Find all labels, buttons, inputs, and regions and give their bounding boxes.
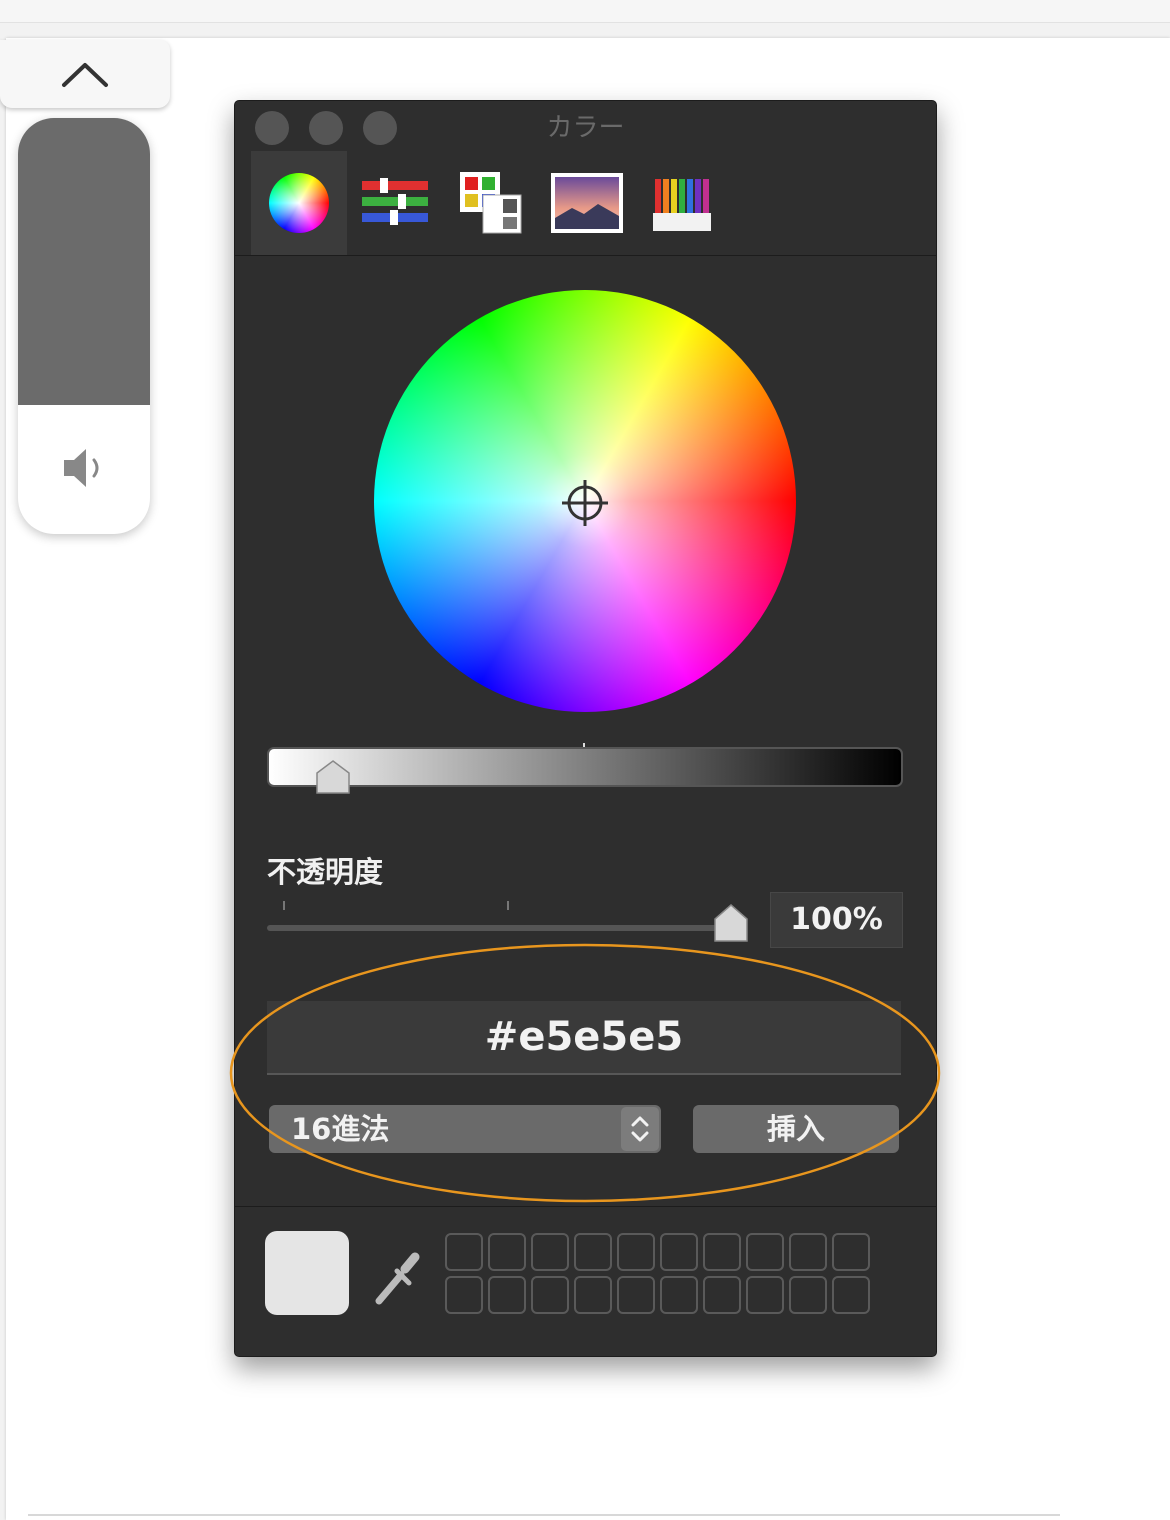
color-sliders-icon <box>362 178 428 225</box>
volume-slider[interactable] <box>18 118 150 534</box>
highlight-annotation <box>229 943 941 1203</box>
tab-color-palettes[interactable] <box>443 151 539 255</box>
opacity-tick <box>283 901 285 910</box>
picker-toolbar <box>235 151 936 256</box>
empty-swatch-slot[interactable] <box>832 1276 870 1314</box>
brightness-slider-thumb[interactable] <box>315 759 351 795</box>
empty-swatch-slot[interactable] <box>746 1276 784 1314</box>
color-palettes-icon <box>460 172 522 234</box>
tab-color-sliders[interactable] <box>347 151 443 255</box>
empty-swatch-slot[interactable] <box>488 1276 526 1314</box>
pencils-icon <box>653 179 711 231</box>
empty-swatch-slot[interactable] <box>445 1233 483 1271</box>
tab-color-wheel[interactable] <box>251 151 347 255</box>
image-palettes-icon <box>551 173 623 233</box>
empty-swatch-slot[interactable] <box>703 1233 741 1271</box>
empty-swatch-slot[interactable] <box>789 1233 827 1271</box>
opacity-slider-thumb[interactable] <box>713 903 749 943</box>
empty-swatch-slot[interactable] <box>746 1233 784 1271</box>
eyedropper-icon[interactable] <box>371 1247 423 1309</box>
tab-image-palettes[interactable] <box>539 151 635 255</box>
collapse-tab[interactable] <box>0 40 170 108</box>
top-bar <box>0 0 1170 23</box>
speaker-icon <box>64 449 99 487</box>
chevron-up-icon <box>62 63 108 87</box>
opacity-label: 不透明度 <box>267 855 384 889</box>
empty-swatch-slot[interactable] <box>660 1233 698 1271</box>
empty-swatch-slot[interactable] <box>660 1276 698 1314</box>
empty-swatch-slot[interactable] <box>703 1276 741 1314</box>
empty-swatch-slot[interactable] <box>574 1276 612 1314</box>
tab-pencils[interactable] <box>635 151 731 255</box>
empty-swatch-slot[interactable] <box>531 1276 569 1314</box>
empty-swatch-slot[interactable] <box>617 1233 655 1271</box>
empty-swatch-slot[interactable] <box>789 1276 827 1314</box>
swatch-area <box>235 1206 936 1356</box>
crosshair-icon <box>562 480 608 526</box>
favorite-swatches <box>445 1233 870 1314</box>
volume-level-fill <box>18 118 150 406</box>
empty-swatch-slot[interactable] <box>488 1233 526 1271</box>
empty-swatch-slot[interactable] <box>617 1276 655 1314</box>
current-color-swatch[interactable] <box>265 1231 349 1315</box>
color-wheel-icon <box>269 173 329 233</box>
empty-swatch-slot[interactable] <box>574 1233 612 1271</box>
empty-swatch-slot[interactable] <box>531 1233 569 1271</box>
brightness-slider[interactable] <box>267 747 903 787</box>
window-title: カラー <box>546 113 625 143</box>
divider <box>28 1514 1060 1516</box>
opacity-tick <box>507 901 509 910</box>
opacity-slider[interactable] <box>267 925 733 931</box>
empty-swatch-slot[interactable] <box>832 1233 870 1271</box>
empty-swatch-slot[interactable] <box>445 1276 483 1314</box>
